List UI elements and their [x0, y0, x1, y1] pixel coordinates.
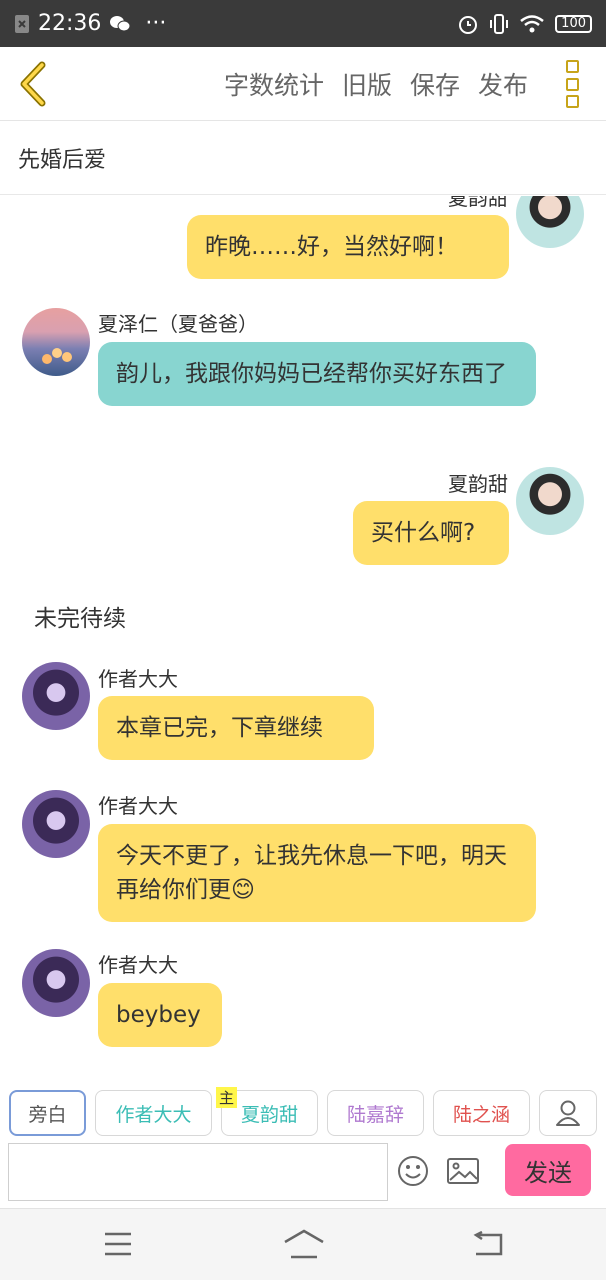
battery-indicator: 100 — [555, 14, 592, 33]
role-chip-xia-yuntian[interactable]: 主 夏韵甜 — [216, 1087, 318, 1136]
sender-name: 作者大大 — [98, 953, 178, 977]
avatar[interactable] — [516, 467, 584, 535]
back-button[interactable] — [16, 61, 50, 107]
sender-name: 夏韵甜 — [448, 472, 508, 496]
role-label: 陆嘉辞 — [346, 1103, 404, 1126]
main-role-badge: 主 — [216, 1087, 238, 1108]
status-dots: ··· — [145, 11, 167, 36]
role-label: 陆之涵 — [452, 1103, 510, 1126]
alarm-icon — [457, 13, 479, 35]
image-icon[interactable] — [446, 1156, 480, 1190]
sender-name: 夏泽仁（夏爸爸） — [98, 312, 258, 336]
role-label: 夏韵甜 — [240, 1103, 298, 1126]
old-version-button[interactable]: 旧版 — [342, 66, 392, 102]
message-input[interactable] — [8, 1143, 388, 1201]
message-bubble[interactable]: 本章已完，下章继续 — [98, 696, 374, 760]
status-bar: 22:36 ··· 100 — [0, 0, 606, 47]
avatar[interactable] — [22, 662, 90, 730]
message-bubble[interactable]: beybey — [98, 983, 222, 1047]
save-button[interactable]: 保存 — [410, 66, 460, 102]
more-menu-icon[interactable] — [566, 60, 580, 108]
chevron-left-icon — [20, 61, 46, 107]
message-bubble[interactable]: 今天不更了，让我先休息一下吧，明天再给你们更😊 — [98, 824, 536, 922]
user-icon — [556, 1100, 580, 1126]
role-chip-lu-zhihan[interactable]: 陆之涵 — [433, 1090, 530, 1136]
sender-name: 夏韵甜 — [448, 196, 508, 210]
publish-button[interactable]: 发布 — [478, 66, 528, 102]
status-time: 22:36 — [38, 11, 102, 36]
sender-name: 作者大大 — [98, 667, 178, 691]
back-nav-icon[interactable] — [472, 1230, 504, 1261]
word-count-button[interactable]: 字数统计 — [224, 66, 324, 102]
avatar[interactable] — [22, 308, 90, 376]
send-button[interactable]: 发送 — [505, 1144, 591, 1196]
role-chip-narration[interactable]: 旁白 — [9, 1090, 86, 1136]
role-chip-lu-jiaci[interactable]: 陆嘉辞 — [327, 1090, 424, 1136]
add-role-button[interactable] — [539, 1090, 597, 1136]
avatar[interactable] — [22, 949, 90, 1017]
vibrate-icon — [489, 13, 509, 35]
sender-name: 作者大大 — [98, 794, 178, 818]
sim-icon — [14, 14, 30, 34]
chat-area[interactable]: 夏韵甜 昨晚……好，当然好啊！ 夏泽仁（夏爸爸） 韵儿，我跟你妈妈已经帮你买好东… — [0, 196, 606, 1068]
role-selector: 旁白 作者大大 主 夏韵甜 陆嘉辞 陆之涵 — [0, 1087, 606, 1138]
role-label: 旁白 — [28, 1103, 67, 1126]
message-bubble[interactable]: 昨晚……好，当然好啊！ — [187, 215, 509, 279]
editor-toolbar: 字数统计 旧版 保存 发布 — [0, 47, 606, 121]
system-nav-bar — [0, 1208, 606, 1280]
message-bubble[interactable]: 买什么啊? — [353, 501, 509, 565]
narration-text[interactable]: 未完待续 — [34, 599, 126, 633]
role-chip-author[interactable]: 作者大大 — [95, 1090, 212, 1136]
wechat-icon — [109, 14, 131, 34]
message-bubble[interactable]: 韵儿，我跟你妈妈已经帮你买好东西了 — [98, 342, 536, 406]
wifi-icon — [519, 14, 545, 34]
role-label: 作者大大 — [115, 1103, 192, 1126]
home-icon[interactable] — [283, 1229, 325, 1263]
emoji-icon[interactable] — [396, 1154, 430, 1192]
menu-icon[interactable] — [104, 1231, 132, 1261]
story-title[interactable]: 先婚后爱 — [0, 121, 606, 195]
input-bar: 发送 — [0, 1140, 606, 1204]
avatar[interactable] — [516, 196, 584, 248]
avatar[interactable] — [22, 790, 90, 858]
